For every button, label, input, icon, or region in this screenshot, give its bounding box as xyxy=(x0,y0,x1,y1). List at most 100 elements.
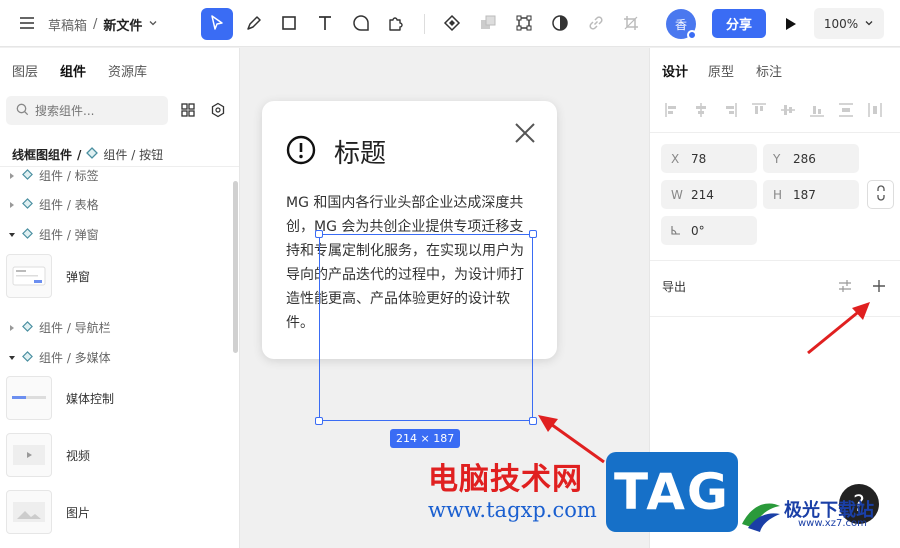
close-icon[interactable] xyxy=(513,121,537,145)
chevron-down-icon[interactable] xyxy=(148,17,158,32)
file-name[interactable]: 新文件 xyxy=(103,15,142,34)
tree-item-label: 组件 / 弹窗 xyxy=(39,228,99,242)
tab-components[interactable]: 组件 xyxy=(60,61,86,80)
online-status-dot xyxy=(687,30,697,40)
comment-tool-button[interactable] xyxy=(345,8,377,40)
component-item-media-control[interactable]: 媒体控制 xyxy=(6,376,114,420)
diamond-icon xyxy=(22,227,33,242)
zoom-dropdown[interactable]: 100% xyxy=(814,8,884,39)
resize-handle-bottom-right[interactable] xyxy=(529,417,537,425)
export-settings-icon[interactable] xyxy=(837,278,853,294)
resize-handle-top-left[interactable] xyxy=(315,230,323,238)
component-item-video[interactable]: 视频 xyxy=(6,433,90,477)
component-label: 媒体控制 xyxy=(66,391,115,406)
search-input[interactable] xyxy=(35,103,155,118)
constrain-proportions-button[interactable] xyxy=(867,180,894,209)
tab-assets[interactable]: 资源库 xyxy=(108,61,147,80)
component-thumbnail xyxy=(6,254,52,298)
component-item-image[interactable]: 图片 xyxy=(6,490,90,534)
crop-button[interactable] xyxy=(615,8,647,40)
tab-annotation[interactable]: 标注 xyxy=(756,61,782,80)
move-tool-button[interactable] xyxy=(201,8,233,40)
alignment-toolbar xyxy=(660,102,890,122)
breadcrumb-drafts[interactable]: 草稿箱 xyxy=(48,15,87,34)
left-panel-scrollbar[interactable] xyxy=(233,181,238,353)
resize-handle-top-right[interactable] xyxy=(529,230,537,238)
rotation-value[interactable]: 0° xyxy=(691,224,705,238)
tab-design[interactable]: 设计 xyxy=(662,61,688,80)
boolean-button[interactable] xyxy=(472,8,504,40)
height-field[interactable]: H 187 xyxy=(763,180,859,209)
component-item-dialog[interactable]: 弹窗 xyxy=(6,254,90,298)
caret-right-icon xyxy=(8,321,16,335)
share-button[interactable]: 分享 xyxy=(712,9,766,38)
caret-down-icon xyxy=(8,351,16,365)
tab-prototype[interactable]: 原型 xyxy=(708,61,734,80)
tree-item-table[interactable]: 组件 / 表格 xyxy=(8,196,99,213)
watermark-tag-logo: TAG xyxy=(606,452,738,532)
pen-tool-button[interactable] xyxy=(238,8,270,40)
exclamation-circle-icon xyxy=(286,135,316,165)
divider xyxy=(650,132,900,133)
tree-item-tag[interactable]: 组件 / 标签 xyxy=(8,167,99,184)
tree-item-navbar[interactable]: 组件 / 导航栏 xyxy=(8,319,111,336)
selection-size-label: 214 × 187 xyxy=(390,429,461,448)
plugin-tool-button[interactable] xyxy=(380,8,412,40)
rectangle-icon xyxy=(280,14,298,35)
component-button[interactable] xyxy=(436,8,468,40)
comment-icon xyxy=(352,14,370,35)
distribute-vertical-icon[interactable] xyxy=(838,102,854,120)
distribute-horizontal-icon[interactable] xyxy=(867,102,883,120)
menu-icon[interactable] xyxy=(18,14,36,32)
height-value[interactable]: 187 xyxy=(793,188,816,202)
brand-url: www.xz7.com xyxy=(798,518,867,529)
watermark-brand: 极光下载站 www.xz7.com xyxy=(738,494,898,534)
rectangle-tool-button[interactable] xyxy=(273,8,305,40)
avatar[interactable]: 香 xyxy=(666,9,697,40)
selection-box[interactable] xyxy=(315,230,537,425)
left-panel: 图层 组件 资源库 线框图组件 / 组件 / 按钮 组件 / 标签 组件 / 表… xyxy=(0,48,240,548)
x-value[interactable]: 78 xyxy=(691,152,706,166)
component-breadcrumb: 线框图组件 / 组件 / 按钮 xyxy=(12,146,163,163)
text-tool-button[interactable] xyxy=(309,8,341,40)
align-right-icon[interactable] xyxy=(722,102,738,120)
avatar-text: 香 xyxy=(674,17,687,32)
library-icon[interactable] xyxy=(210,102,228,120)
tab-layers[interactable]: 图层 xyxy=(12,61,38,80)
component-thumbnail xyxy=(6,433,52,477)
tree-item-dialog[interactable]: 组件 / 弹窗 xyxy=(8,226,99,243)
play-icon[interactable] xyxy=(780,14,800,34)
divider xyxy=(650,260,900,261)
component-search[interactable] xyxy=(6,96,168,125)
tree-item-multimedia[interactable]: 组件 / 多媒体 xyxy=(8,349,111,366)
contrast-icon xyxy=(551,14,569,35)
grid-view-icon[interactable] xyxy=(180,102,198,120)
x-field[interactable]: X 78 xyxy=(661,144,757,173)
frame-button[interactable] xyxy=(508,8,540,40)
breadcrumb-root[interactable]: 线框图组件 xyxy=(12,146,72,163)
w-key: W xyxy=(671,187,683,202)
component-label: 图片 xyxy=(66,505,91,520)
resize-handle-bottom-left[interactable] xyxy=(315,417,323,425)
width-value[interactable]: 214 xyxy=(691,188,714,202)
watermark-site-name: 电脑技术网 xyxy=(428,462,583,497)
y-value[interactable]: 286 xyxy=(793,152,816,166)
align-bottom-icon[interactable] xyxy=(809,102,825,120)
mask-button[interactable] xyxy=(544,8,576,40)
rotation-field[interactable]: 0° xyxy=(661,216,757,245)
breadcrumb-current: 组件 / 按钮 xyxy=(103,148,164,162)
link-button[interactable] xyxy=(580,8,612,40)
align-top-icon[interactable] xyxy=(751,102,767,120)
align-center-v-icon[interactable] xyxy=(780,102,796,120)
diamond-icon xyxy=(443,14,461,35)
width-field[interactable]: W 214 xyxy=(661,180,757,209)
crop-icon xyxy=(622,14,640,35)
brand-logo-icon xyxy=(742,503,780,532)
align-center-h-icon[interactable] xyxy=(693,102,709,120)
breadcrumb-separator: / xyxy=(93,17,98,32)
top-toolbar: 草稿箱 / 新文件 香 分享 100% xyxy=(0,0,900,47)
add-export-icon[interactable] xyxy=(871,278,887,294)
align-left-icon[interactable] xyxy=(664,102,680,120)
y-field[interactable]: Y 286 xyxy=(763,144,859,173)
watermark-url: www.tagxp.com xyxy=(428,498,597,522)
